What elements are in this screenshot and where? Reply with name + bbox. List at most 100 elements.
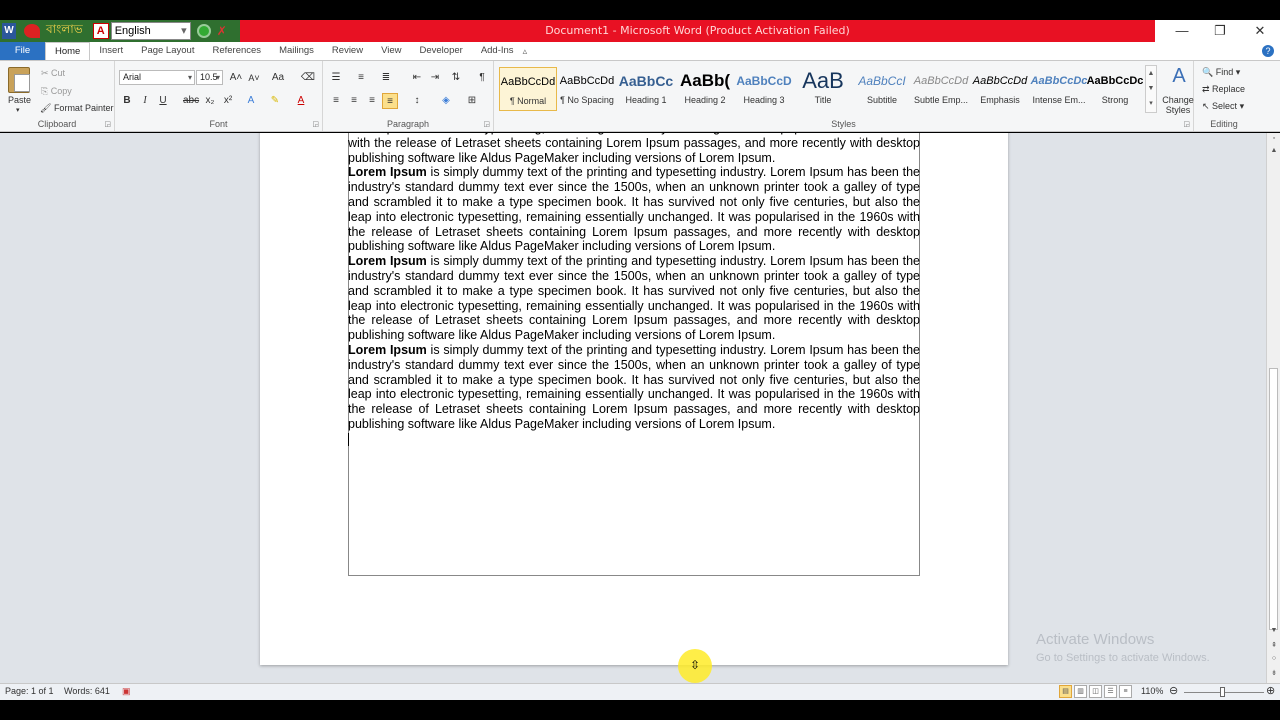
styles-expand-icon[interactable]: ◲: [1183, 120, 1190, 128]
word-count[interactable]: Words: 641: [64, 686, 110, 696]
increase-indent-icon[interactable]: ⇥: [427, 70, 443, 86]
copy-button[interactable]: ⎘ Copy: [41, 86, 72, 97]
tab-insert[interactable]: Insert: [90, 42, 132, 60]
clear-formatting-icon[interactable]: ⌫: [300, 70, 316, 86]
bangla-keyboard-icon[interactable]: [24, 24, 40, 38]
next-page-icon[interactable]: ⇟: [1267, 669, 1280, 677]
paste-dropdown-icon[interactable]: ▾: [16, 106, 20, 114]
show-formatting-icon[interactable]: ¶: [474, 70, 490, 86]
underline-icon[interactable]: U: [155, 93, 171, 109]
tab-file[interactable]: File: [0, 42, 45, 60]
style-intense-emphasis[interactable]: AaBbCcDc Intense Em...: [1030, 67, 1088, 111]
cut-button[interactable]: ✂ Cut: [41, 68, 65, 79]
style-strong[interactable]: AaBbCcDc Strong: [1086, 67, 1144, 111]
styles-scroll[interactable]: ▲ ▼ ▾: [1145, 65, 1157, 113]
zoom-level[interactable]: 110%: [1141, 686, 1163, 696]
minimize-button[interactable]: —: [1162, 20, 1202, 42]
scroll-thumb[interactable]: [1269, 368, 1278, 630]
tab-view[interactable]: View: [372, 42, 410, 60]
select-button[interactable]: ↖ Select ▾: [1202, 101, 1244, 112]
previous-page-icon[interactable]: ⇞: [1267, 641, 1280, 649]
superscript-icon[interactable]: x²: [220, 93, 236, 109]
shrink-font-icon[interactable]: A˅: [246, 70, 262, 86]
bangla-keyboard-label[interactable]: বাংলাভ: [46, 21, 83, 41]
tab-references[interactable]: References: [203, 42, 270, 60]
change-case-icon[interactable]: Aa: [270, 70, 286, 86]
shading-icon[interactable]: ◈: [438, 93, 454, 109]
tab-page-layout[interactable]: Page Layout: [132, 42, 203, 60]
sort-icon[interactable]: ⇅: [448, 70, 464, 86]
font-size-combo[interactable]: 10.5: [196, 70, 223, 85]
green-status-icon[interactable]: [196, 24, 211, 38]
strikethrough-icon[interactable]: abc: [183, 93, 199, 109]
format-painter-button[interactable]: 🖌 Format Painter: [40, 103, 113, 114]
tab-add-ins[interactable]: Add-Ins: [472, 42, 523, 60]
bullets-icon[interactable]: ☰: [328, 70, 344, 86]
style-heading-2[interactable]: AaBb(Heading 2: [676, 67, 734, 111]
document-page[interactable]: the leap into electronic typesetting, re…: [260, 133, 1008, 665]
font-name-combo[interactable]: Arial: [119, 70, 195, 85]
zoom-out-icon[interactable]: ⊖: [1169, 684, 1178, 697]
multilevel-list-icon[interactable]: ≣: [378, 70, 394, 86]
subscript-icon[interactable]: x₂: [202, 93, 218, 109]
style-heading-3[interactable]: AaBbCcD Heading 3: [735, 67, 793, 111]
close-button[interactable]: ✕: [1240, 20, 1280, 42]
justify-icon[interactable]: ≡: [382, 93, 398, 109]
paragraph-expand-icon[interactable]: ◲: [483, 120, 490, 128]
align-left-icon[interactable]: ≡: [328, 93, 344, 109]
style-subtitle[interactable]: AaBbCcI Subtitle: [853, 67, 911, 111]
language-select[interactable]: English: [110, 22, 191, 40]
line-spacing-icon[interactable]: ↕: [409, 93, 425, 109]
print-layout-icon[interactable]: ▤: [1059, 685, 1072, 698]
replace-button[interactable]: ⇄ Replace: [1202, 84, 1245, 95]
full-screen-reading-icon[interactable]: ▥: [1074, 685, 1087, 698]
grow-font-icon[interactable]: A˄: [228, 70, 244, 86]
tab-mailings[interactable]: Mailings: [270, 42, 323, 60]
zoom-slider-thumb[interactable]: [1220, 687, 1225, 697]
ruler-toggle-icon[interactable]: ▫: [1267, 135, 1280, 142]
web-layout-icon[interactable]: ◫: [1089, 685, 1102, 698]
style-no-spacing[interactable]: AaBbCcDd ¶ No Spacing: [558, 67, 616, 111]
scroll-down-icon[interactable]: ▼: [1267, 627, 1280, 634]
word-app-icon[interactable]: W: [2, 23, 16, 39]
style-subtle-emphasis[interactable]: AaBbCcDd Subtle Emp...: [912, 67, 970, 111]
tab-home[interactable]: Home: [45, 42, 91, 60]
font-color-icon[interactable]: A: [293, 93, 309, 109]
paste-icon[interactable]: [8, 67, 30, 93]
change-styles-button[interactable]: Change Styles: [1162, 95, 1194, 115]
numbering-icon[interactable]: ≡: [353, 70, 369, 86]
style-normal[interactable]: AaBbCcDd ¶ Normal: [499, 67, 557, 111]
page-count[interactable]: Page: 1 of 1: [5, 686, 54, 696]
find-button[interactable]: 🔍 Find ▾: [1202, 67, 1240, 78]
draft-icon[interactable]: ≡: [1119, 685, 1132, 698]
restore-button[interactable]: ❐: [1200, 20, 1240, 42]
highlight-icon[interactable]: ✎: [267, 93, 283, 109]
zoom-in-icon[interactable]: ⊕: [1266, 684, 1275, 697]
style-title[interactable]: AaB Title: [794, 67, 852, 111]
borders-icon[interactable]: ⊞: [464, 93, 480, 109]
style-emphasis[interactable]: AaBbCcDd Emphasis: [971, 67, 1029, 111]
align-center-icon[interactable]: ≡: [346, 93, 362, 109]
minimize-ribbon-icon[interactable]: ▵: [523, 46, 528, 57]
italic-icon[interactable]: I: [137, 93, 153, 109]
style-heading-1[interactable]: AaBbCc Heading 1: [617, 67, 675, 111]
font-expand-icon[interactable]: ◲: [312, 120, 319, 128]
bold-icon[interactable]: B: [119, 93, 135, 109]
proofing-icon[interactable]: ▣: [122, 686, 131, 697]
scroll-up-icon[interactable]: ▲: [1267, 147, 1280, 154]
change-styles-icon[interactable]: A: [1164, 65, 1194, 88]
paste-button[interactable]: Paste: [8, 95, 31, 105]
pdf-icon[interactable]: A: [92, 23, 109, 39]
browse-object-icon[interactable]: ○: [1267, 655, 1280, 662]
pin-icon[interactable]: ✗: [217, 24, 227, 38]
document-content[interactable]: the leap into electronic typesetting, re…: [348, 133, 920, 446]
vertical-scrollbar[interactable]: ▫ ▲ ▼ ⇞ ○ ⇟: [1266, 133, 1280, 683]
align-right-icon[interactable]: ≡: [364, 93, 380, 109]
decrease-indent-icon[interactable]: ⇤: [409, 70, 425, 86]
help-icon[interactable]: ?: [1262, 45, 1274, 57]
clipboard-expand-icon[interactable]: ◲: [104, 120, 111, 128]
tab-review[interactable]: Review: [323, 42, 372, 60]
tab-developer[interactable]: Developer: [411, 42, 472, 60]
outline-icon[interactable]: ☰: [1104, 685, 1117, 698]
text-effects-icon[interactable]: A: [243, 93, 259, 109]
